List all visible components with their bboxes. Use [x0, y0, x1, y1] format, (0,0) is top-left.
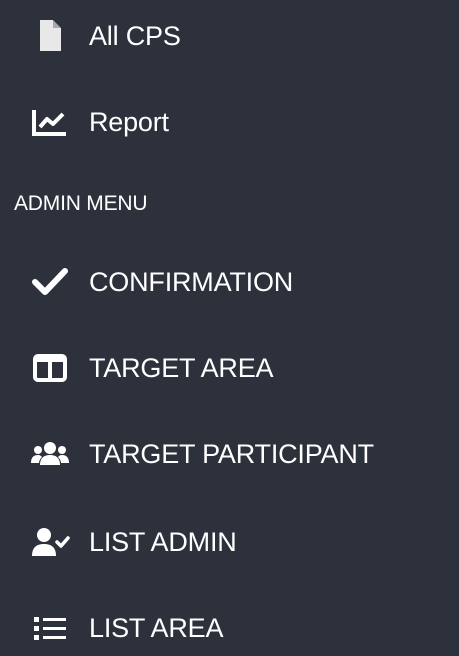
list-icon	[30, 608, 70, 648]
sidebar-item-label: TARGET AREA	[89, 353, 274, 383]
chart-line-icon	[30, 102, 70, 142]
sidebar-item-list-area[interactable]: LIST AREA	[0, 598, 459, 656]
sidebar-item-list-admin[interactable]: LIST ADMIN	[0, 512, 459, 572]
sidebar-item-label: TARGET PARTICIPANT	[89, 439, 374, 469]
sidebar: All CPS Report ADMIN MENU CONFIRMATION T…	[0, 0, 459, 656]
sidebar-item-target-area[interactable]: TARGET AREA	[0, 338, 459, 398]
section-header-admin-menu: ADMIN MENU	[14, 192, 148, 215]
sidebar-item-label: LIST AREA	[89, 613, 224, 643]
sidebar-item-confirmation[interactable]: CONFIRMATION	[0, 252, 459, 312]
check-icon	[30, 262, 70, 302]
users-icon	[30, 434, 70, 474]
sidebar-item-label: CONFIRMATION	[89, 267, 294, 297]
sidebar-item-label: Report	[89, 107, 169, 137]
sidebar-item-all-cps[interactable]: All CPS	[0, 6, 459, 66]
sidebar-item-report[interactable]: Report	[0, 92, 459, 152]
sidebar-item-label: All CPS	[89, 21, 181, 51]
user-check-icon	[30, 522, 70, 562]
sidebar-item-label: LIST ADMIN	[89, 527, 237, 557]
columns-icon	[30, 348, 70, 388]
file-icon	[30, 16, 70, 56]
sidebar-item-target-participant[interactable]: TARGET PARTICIPANT	[0, 424, 459, 484]
